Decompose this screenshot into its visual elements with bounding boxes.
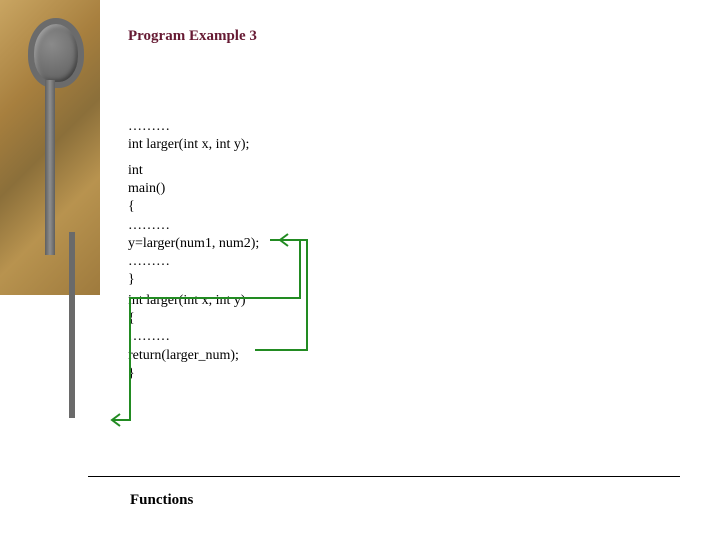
code-line: ……… — [128, 217, 259, 235]
code-line: { — [128, 310, 246, 328]
code-line: { — [128, 198, 259, 216]
code-line: return(larger_num); — [128, 347, 246, 365]
code-line: ……… — [128, 328, 246, 346]
footer-label: Functions — [130, 492, 193, 509]
code-line: int larger(int x, int y); — [128, 136, 249, 154]
code-function: int larger(int x, int y) { ……… return(la… — [128, 292, 246, 383]
code-declaration: ……… int larger(int x, int y); — [128, 118, 249, 154]
code-line: int larger(int x, int y) — [128, 292, 246, 310]
code-line: y=larger(num1, num2); — [128, 235, 259, 253]
code-line: ……… — [128, 118, 249, 136]
code-line: ……… — [128, 253, 259, 271]
code-line: main() — [128, 180, 259, 198]
code-line: } — [128, 365, 246, 383]
page-title: Program Example 3 — [128, 28, 257, 45]
code-main: int main() { ……… y=larger(num1, num2); …… — [128, 162, 259, 289]
code-line: } — [128, 271, 259, 289]
code-line: int — [128, 162, 259, 180]
key-sidebar-image — [0, 0, 100, 295]
footer-divider — [88, 476, 680, 477]
